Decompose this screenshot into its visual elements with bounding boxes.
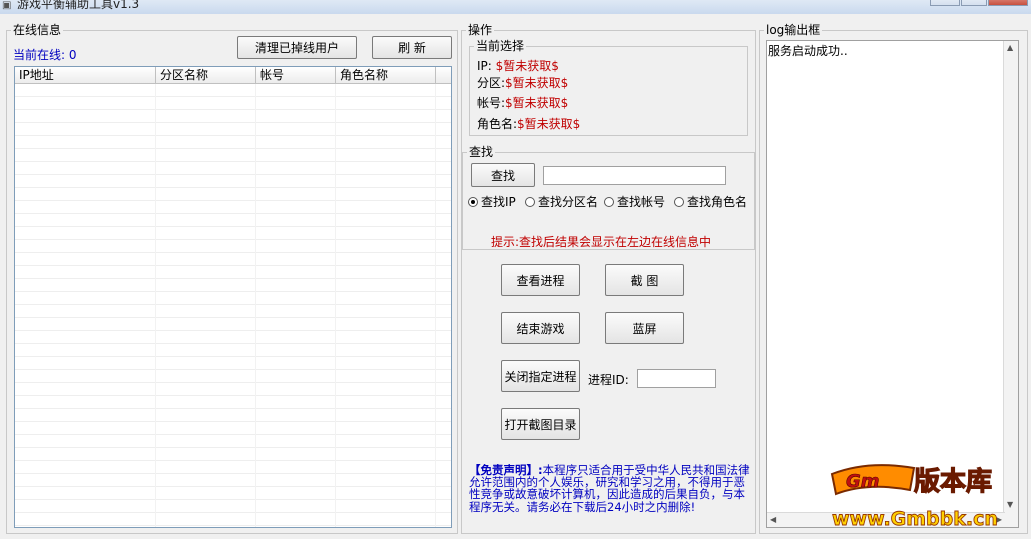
operation-legend: 操作	[468, 23, 493, 37]
screenshot-button[interactable]: 截 图	[605, 264, 684, 296]
disclaimer: 【免责声明】:本程序只适合用于受中华人民共和国法律允许范围内的个人娱乐，研究和学…	[469, 464, 752, 513]
selected-role-row: 角色名:$暂未获取$	[477, 115, 580, 132]
radio-search-account-label: 查找帐号	[617, 195, 666, 209]
selected-zone-row: 分区:$暂未获取$	[477, 74, 568, 91]
title-bar	[0, 0, 1031, 14]
radio-search-ip-label: 查找IP	[481, 195, 516, 209]
radio-unchecked-icon	[604, 196, 614, 207]
scroll-left-icon[interactable]: ◀	[770, 516, 776, 524]
online-info-legend: 在线信息	[13, 23, 62, 37]
search-hint: 提示:查找后结果会显示在左边在线信息中	[491, 235, 712, 249]
table-body[interactable]	[15, 84, 451, 527]
search-button[interactable]: 查找	[471, 163, 535, 187]
grid-line	[255, 84, 256, 527]
selected-account-row: 帐号:$暂未获取$	[477, 94, 568, 111]
zone-label: 分区:	[477, 76, 506, 90]
blue-screen-button[interactable]: 蓝屏	[605, 312, 684, 344]
search-legend: 查找	[469, 145, 494, 159]
zone-value: $暂未获取$	[505, 76, 569, 90]
log-legend: log输出框	[766, 23, 821, 37]
log-text: 服务启动成功..	[768, 44, 848, 58]
process-id-input[interactable]	[637, 369, 716, 388]
svg-text:Gm: Gm	[846, 471, 880, 492]
table-header: IP地址 分区名称 帐号 角色名称	[15, 67, 451, 84]
end-game-button[interactable]: 结束游戏	[501, 312, 580, 344]
role-label: 角色名:	[477, 117, 518, 131]
watermark-url: www.Gmbbk.cn	[832, 508, 998, 530]
window-title: 游戏平衡辅助工具v1.3	[17, 0, 140, 11]
column-header-role[interactable]: 角色名称	[336, 67, 436, 83]
column-header-ip[interactable]: IP地址	[15, 67, 156, 83]
process-id-label: 进程ID:	[588, 373, 629, 387]
search-input[interactable]	[543, 166, 726, 185]
watermark-logo-icon: Gm 版本库 www.Gmbbk.cn	[830, 464, 998, 530]
current-selection-legend: 当前选择	[476, 39, 525, 53]
radio-unchecked-icon	[525, 196, 535, 207]
ip-label: IP:	[477, 59, 492, 73]
radio-search-zone-label: 查找分区名	[538, 195, 599, 209]
grid-line	[335, 84, 336, 527]
selected-ip-row: IP: $暂未获取$	[477, 57, 559, 74]
radio-search-account[interactable]: 查找帐号	[604, 193, 665, 210]
column-header-zone[interactable]: 分区名称	[156, 67, 256, 83]
account-label: 帐号:	[477, 96, 506, 110]
refresh-button[interactable]: 刷 新	[372, 36, 452, 59]
ip-value: $暂未获取$	[495, 59, 559, 73]
watermark: Gm 版本库 www.Gmbbk.cn	[828, 456, 1028, 536]
grid-line	[155, 84, 156, 527]
radio-search-zone[interactable]: 查找分区名	[525, 193, 598, 210]
column-header-account[interactable]: 帐号	[256, 67, 336, 83]
online-count: 当前在线: 0	[13, 48, 77, 62]
radio-search-role[interactable]: 查找角色名	[674, 193, 747, 210]
online-users-table[interactable]: IP地址 分区名称 帐号 角色名称	[14, 66, 452, 528]
radio-search-role-label: 查找角色名	[687, 195, 748, 209]
scroll-up-icon[interactable]: ▲	[1007, 44, 1013, 52]
view-process-button[interactable]: 查看进程	[501, 264, 580, 296]
radio-unchecked-icon	[674, 196, 684, 207]
close-button[interactable]	[988, 0, 1028, 6]
open-screenshot-dir-button[interactable]: 打开截图目录	[501, 408, 580, 440]
radio-search-ip[interactable]: 查找IP	[468, 193, 516, 210]
vertical-scrollbar[interactable]: ▲ ▼	[1003, 41, 1018, 527]
grid-line	[435, 84, 436, 527]
log-output[interactable]: 服务启动成功.. ▲ ▼ ◀ ▶	[766, 40, 1019, 528]
app-icon: ▣	[2, 0, 12, 11]
account-value: $暂未获取$	[505, 96, 569, 110]
clear-offline-users-button[interactable]: 清理已掉线用户	[237, 36, 357, 59]
minimize-button[interactable]	[930, 0, 960, 6]
maximize-button[interactable]	[961, 0, 987, 6]
close-process-button[interactable]: 关闭指定进程	[501, 360, 580, 392]
watermark-logo-text: 版本库	[913, 467, 992, 497]
radio-checked-icon	[468, 196, 478, 207]
role-value: $暂未获取$	[517, 117, 581, 131]
